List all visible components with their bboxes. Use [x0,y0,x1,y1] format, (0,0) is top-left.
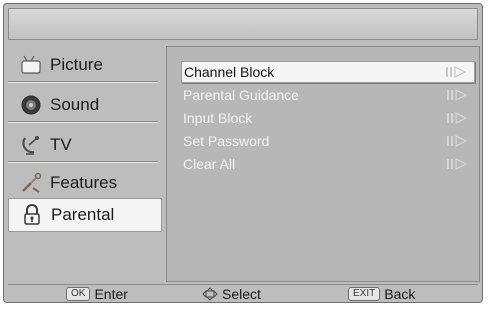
menu-item-label: Channel Block [184,64,275,80]
menu-item-set-password[interactable]: Set Password [181,130,475,152]
category-sidebar: Picture Sound TV Features Parental [8,48,162,280]
arrow-right-icon [447,112,468,124]
sound-icon [20,94,42,116]
sidebar-item-label: Features [50,172,118,192]
menu-item-label: Set Password [183,133,270,149]
hint-select: Select [202,286,261,302]
direction-pad-icon [202,287,218,301]
tv-icon [20,134,42,156]
hint-enter: OK Enter [66,286,128,302]
button-hint-bar: OK Enter Select EXIT Back [8,284,478,302]
ok-key-icon: OK [66,287,91,301]
menu-item-parental-guidance[interactable]: Parental Guidance [181,84,475,106]
tv-menu-frame: Picture Sound TV Features Parental Chann… [3,3,483,303]
picture-icon [20,54,42,76]
arrow-right-icon [447,135,468,147]
menu-item-label: Clear All [183,156,236,172]
menu-title-bar [8,8,478,40]
menu-item-input-block[interactable]: Input Block [181,107,475,129]
hint-select-label: Select [222,286,261,302]
sidebar-item-label: TV [50,134,72,154]
sidebar-item-picture[interactable]: Picture [8,48,158,82]
menu-item-label: Input Block [183,110,253,126]
sidebar-item-features[interactable]: Features [8,166,158,200]
sidebar-item-label: Picture [50,54,103,74]
lock-icon [21,204,43,226]
arrow-right-icon [446,66,467,78]
arrow-right-icon [447,158,468,170]
hint-enter-label: Enter [94,286,128,302]
hint-back-label: Back [384,286,416,302]
sidebar-item-parental[interactable]: Parental [8,198,162,232]
sidebar-item-label: Parental [51,205,115,224]
features-icon [20,172,42,194]
menu-item-label: Parental Guidance [183,87,299,103]
parental-submenu-panel: Channel Block Parental Guidance Input Bl… [166,46,480,282]
sidebar-item-label: Sound [50,94,100,114]
hint-back: EXIT Back [348,286,415,302]
menu-item-channel-block[interactable]: Channel Block [181,61,475,83]
sidebar-item-sound[interactable]: Sound [8,88,158,122]
exit-key-icon: EXIT [348,287,381,301]
arrow-right-icon [447,89,468,101]
menu-item-clear-all[interactable]: Clear All [181,153,475,175]
sidebar-item-tv[interactable]: TV [8,128,158,162]
